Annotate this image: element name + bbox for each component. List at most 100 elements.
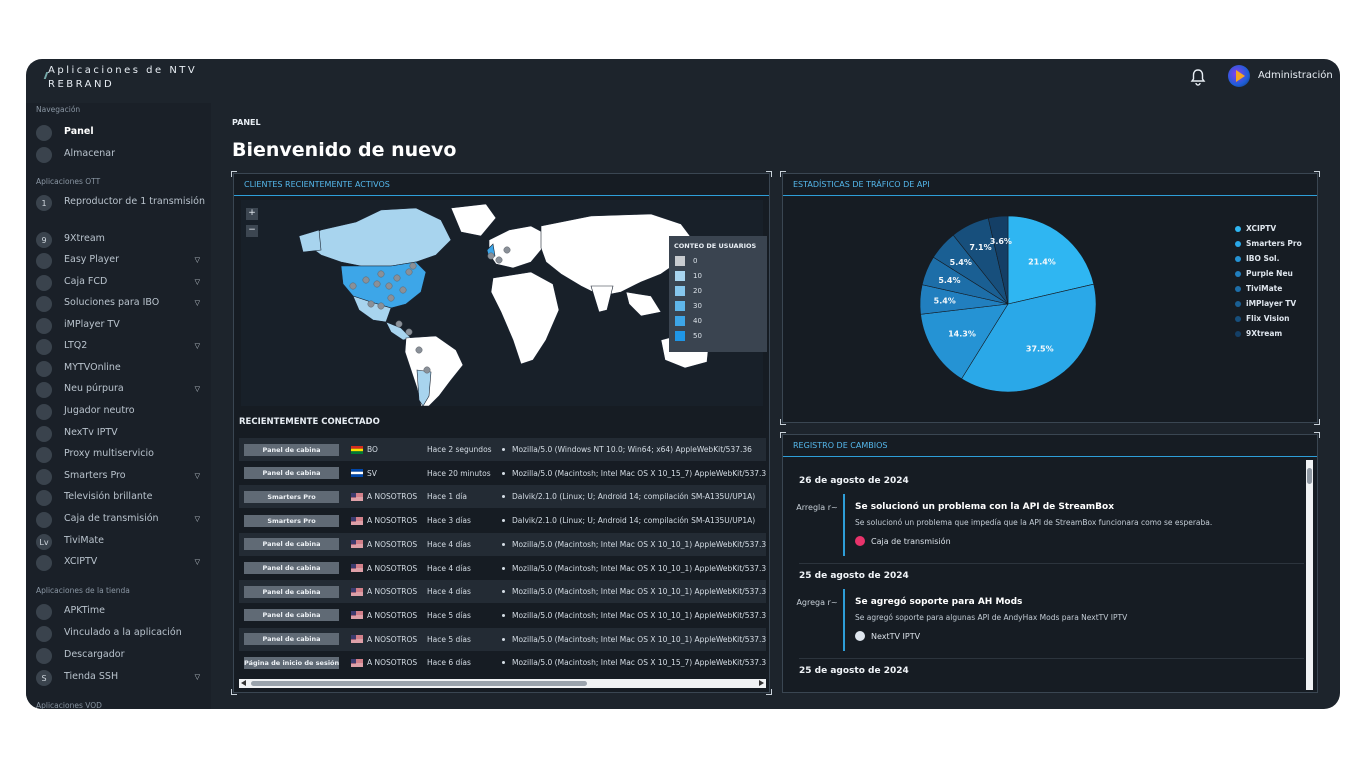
chevron-down-icon[interactable]: ▽: [195, 558, 200, 566]
usa-flag-icon: [351, 540, 363, 549]
pie-legend-item[interactable]: Flix Vision: [1235, 314, 1302, 323]
sidebar-item[interactable]: Caja de transmisión ▽: [36, 512, 206, 528]
sidebar-item-label: XCIPTV: [64, 556, 98, 567]
pie-legend-item[interactable]: IBO Sol.: [1235, 254, 1302, 263]
pie-legend-item[interactable]: iMPlayer TV: [1235, 299, 1302, 308]
chevron-down-icon[interactable]: ▽: [195, 278, 200, 286]
sidebar-item[interactable]: Panel: [36, 125, 206, 141]
bullet-icon: [502, 471, 505, 475]
table-row[interactable]: Panel de cabina A NOSOTROS Hace 4 días Mozi…: [239, 557, 766, 580]
bullet-icon: [502, 590, 505, 594]
legend-label: 40: [693, 317, 702, 325]
table-row[interactable]: Panel de cabina SV Hace 20 minutos Mozilla/…: [239, 462, 766, 485]
sidebar-item[interactable]: 9 9Xtream: [36, 232, 206, 248]
zoom-out-button[interactable]: −: [246, 225, 258, 237]
sidebar-item[interactable]: Neu púrpura ▽: [36, 382, 206, 398]
changelog-entry[interactable]: Agrega r~ Se agregó soporte para AH Mods S…: [789, 589, 1304, 651]
legend-swatch: [675, 286, 685, 296]
table-row[interactable]: Panel de cabina BO Hace 2 segundos Mozilla/…: [239, 438, 766, 461]
sidebar-item[interactable]: LTQ2 ▽: [36, 339, 206, 355]
sidebar-item[interactable]: MYTVOnline: [36, 361, 206, 377]
user-agent: Mozilla/5.0 (Windows NT 10.0; Win64; x64…: [512, 445, 752, 454]
sidebar-item[interactable]: NexTv IPTV: [36, 426, 206, 442]
client-marker: [367, 300, 375, 308]
sidebar-item[interactable]: 1 Reproductor de 1 transmisión: [36, 195, 206, 211]
chevron-down-icon[interactable]: ▽: [195, 515, 200, 523]
sidebar-item[interactable]: Proxy multiservicio: [36, 447, 206, 463]
easy-player-icon: [36, 253, 52, 269]
app-icon: [855, 631, 865, 641]
sidebar-item[interactable]: Lv TiviMate: [36, 534, 206, 550]
pie-legend-item[interactable]: XCIPTV: [1235, 224, 1302, 233]
sidebar-item[interactable]: Caja FCD ▽: [36, 275, 206, 291]
legend-swatch: [675, 271, 685, 281]
table-row[interactable]: Smarters Pro A NOSOTROS Hace 1 día Dalvik/2…: [239, 485, 766, 509]
pie-slice-label: 3.6%: [990, 237, 1012, 246]
pie-legend-label: Smarters Pro: [1246, 239, 1302, 248]
horizontal-scrollbar[interactable]: [239, 679, 766, 688]
sidebar-item[interactable]: Jugador neutro: [36, 404, 206, 420]
sidebar-item[interactable]: Descargador: [36, 648, 206, 664]
chevron-down-icon[interactable]: ▽: [195, 299, 200, 307]
pie-legend-label: Purple Neu: [1246, 269, 1293, 278]
chevron-down-icon[interactable]: ▽: [195, 256, 200, 264]
sidebar-item[interactable]: APKTime: [36, 604, 206, 620]
pie-legend-item[interactable]: TiviMate: [1235, 284, 1302, 293]
app-title: Aplicaciones de NTV: [48, 65, 198, 76]
world-map[interactable]: + − CONTEO DE USUARIOS 0 10 20 30 40 50: [241, 200, 767, 407]
sidebar-item[interactable]: Vinculado a la aplicación: [36, 626, 206, 642]
sidebar-item[interactable]: S Tienda SSH ▽: [36, 670, 206, 686]
apktime-icon: [36, 604, 52, 620]
legend-dot: [1235, 255, 1241, 262]
horizontal-scroll-thumb[interactable]: [251, 681, 587, 686]
app-name: Caja de transmisión: [871, 536, 951, 546]
vertical-scroll-thumb[interactable]: [1307, 468, 1312, 484]
chevron-down-icon[interactable]: ▽: [195, 673, 200, 681]
sidebar-item[interactable]: Easy Player ▽: [36, 253, 206, 269]
scroll-left-icon[interactable]: [241, 680, 246, 686]
legend-swatch: [675, 256, 685, 266]
table-row[interactable]: Smarters Pro A NOSOTROS Hace 3 días Dalvik/…: [239, 509, 766, 532]
sidebar-item[interactable]: Smarters Pro ▽: [36, 469, 206, 485]
chevron-down-icon[interactable]: ▽: [195, 385, 200, 393]
pie-slice-label: 5.4%: [950, 258, 972, 267]
changelog-date: 25 de agosto de 2024: [799, 571, 909, 581]
table-row[interactable]: Panel de cabina A NOSOTROS Hace 4 días Mozi…: [239, 532, 766, 556]
table-row[interactable]: Página de inicio de sesión A NOSOTROS Hace…: [239, 651, 766, 674]
change-app[interactable]: Caja de transmisión: [855, 536, 951, 546]
sidebar-item-label: Caja de transmisión: [64, 513, 159, 524]
pie-legend-label: IBO Sol.: [1246, 254, 1280, 263]
table-row[interactable]: Panel de cabina A NOSOTROS Hace 5 días Mozi…: [239, 627, 766, 651]
app-logo[interactable]: Aplicaciones de NTV REBRAND: [43, 64, 198, 92]
sidebar-item[interactable]: Almacenar: [36, 147, 206, 163]
pie-legend-item[interactable]: 9Xtream: [1235, 329, 1302, 338]
vertical-scrollbar[interactable]: [1306, 460, 1313, 690]
pie-legend-item[interactable]: Purple Neu: [1235, 269, 1302, 278]
sidebar-item[interactable]: Televisión brillante: [36, 490, 206, 506]
bullet-icon: [502, 519, 505, 523]
scroll-right-icon[interactable]: [759, 680, 764, 686]
connection-time: Hace 2 segundos: [427, 445, 492, 454]
legend-dot: [1235, 330, 1241, 337]
chevron-down-icon[interactable]: ▽: [195, 342, 200, 350]
user-avatar[interactable]: [1228, 65, 1250, 87]
client-marker: [405, 328, 413, 336]
user-name[interactable]: Administración: [1258, 70, 1333, 81]
change-type: Arregla r~: [796, 503, 838, 512]
table-row[interactable]: Panel de cabina A NOSOTROS Hace 4 días Mozi…: [239, 580, 766, 604]
fcd-box-icon: [36, 275, 52, 291]
store-icon: [36, 147, 52, 163]
changelog-panel: REGISTRO DE CAMBIOS 26 de agosto de 2024…: [782, 434, 1318, 693]
change-app[interactable]: NextTV IPTV: [855, 631, 920, 641]
chevron-down-icon[interactable]: ▽: [195, 472, 200, 480]
table-row[interactable]: Panel de cabina A NOSOTROS Hace 5 días Mozi…: [239, 604, 766, 627]
pie-legend-item[interactable]: Smarters Pro: [1235, 239, 1302, 248]
sidebar-item[interactable]: iMPlayer TV: [36, 318, 206, 334]
changelog-entry[interactable]: Arregla r~ Se solucionó un problema con l…: [789, 494, 1304, 556]
sidebar-item[interactable]: Soluciones para IBO ▽: [36, 296, 206, 312]
zoom-in-button[interactable]: +: [246, 208, 258, 220]
sidebar-item[interactable]: XCIPTV ▽: [36, 555, 206, 571]
bell-icon[interactable]: [1190, 68, 1206, 86]
sidebar-section-title: Aplicaciones de la tienda: [36, 586, 130, 595]
user-agent: Dalvik/2.1.0 (Linux; U; Android 14; comp…: [512, 492, 756, 502]
